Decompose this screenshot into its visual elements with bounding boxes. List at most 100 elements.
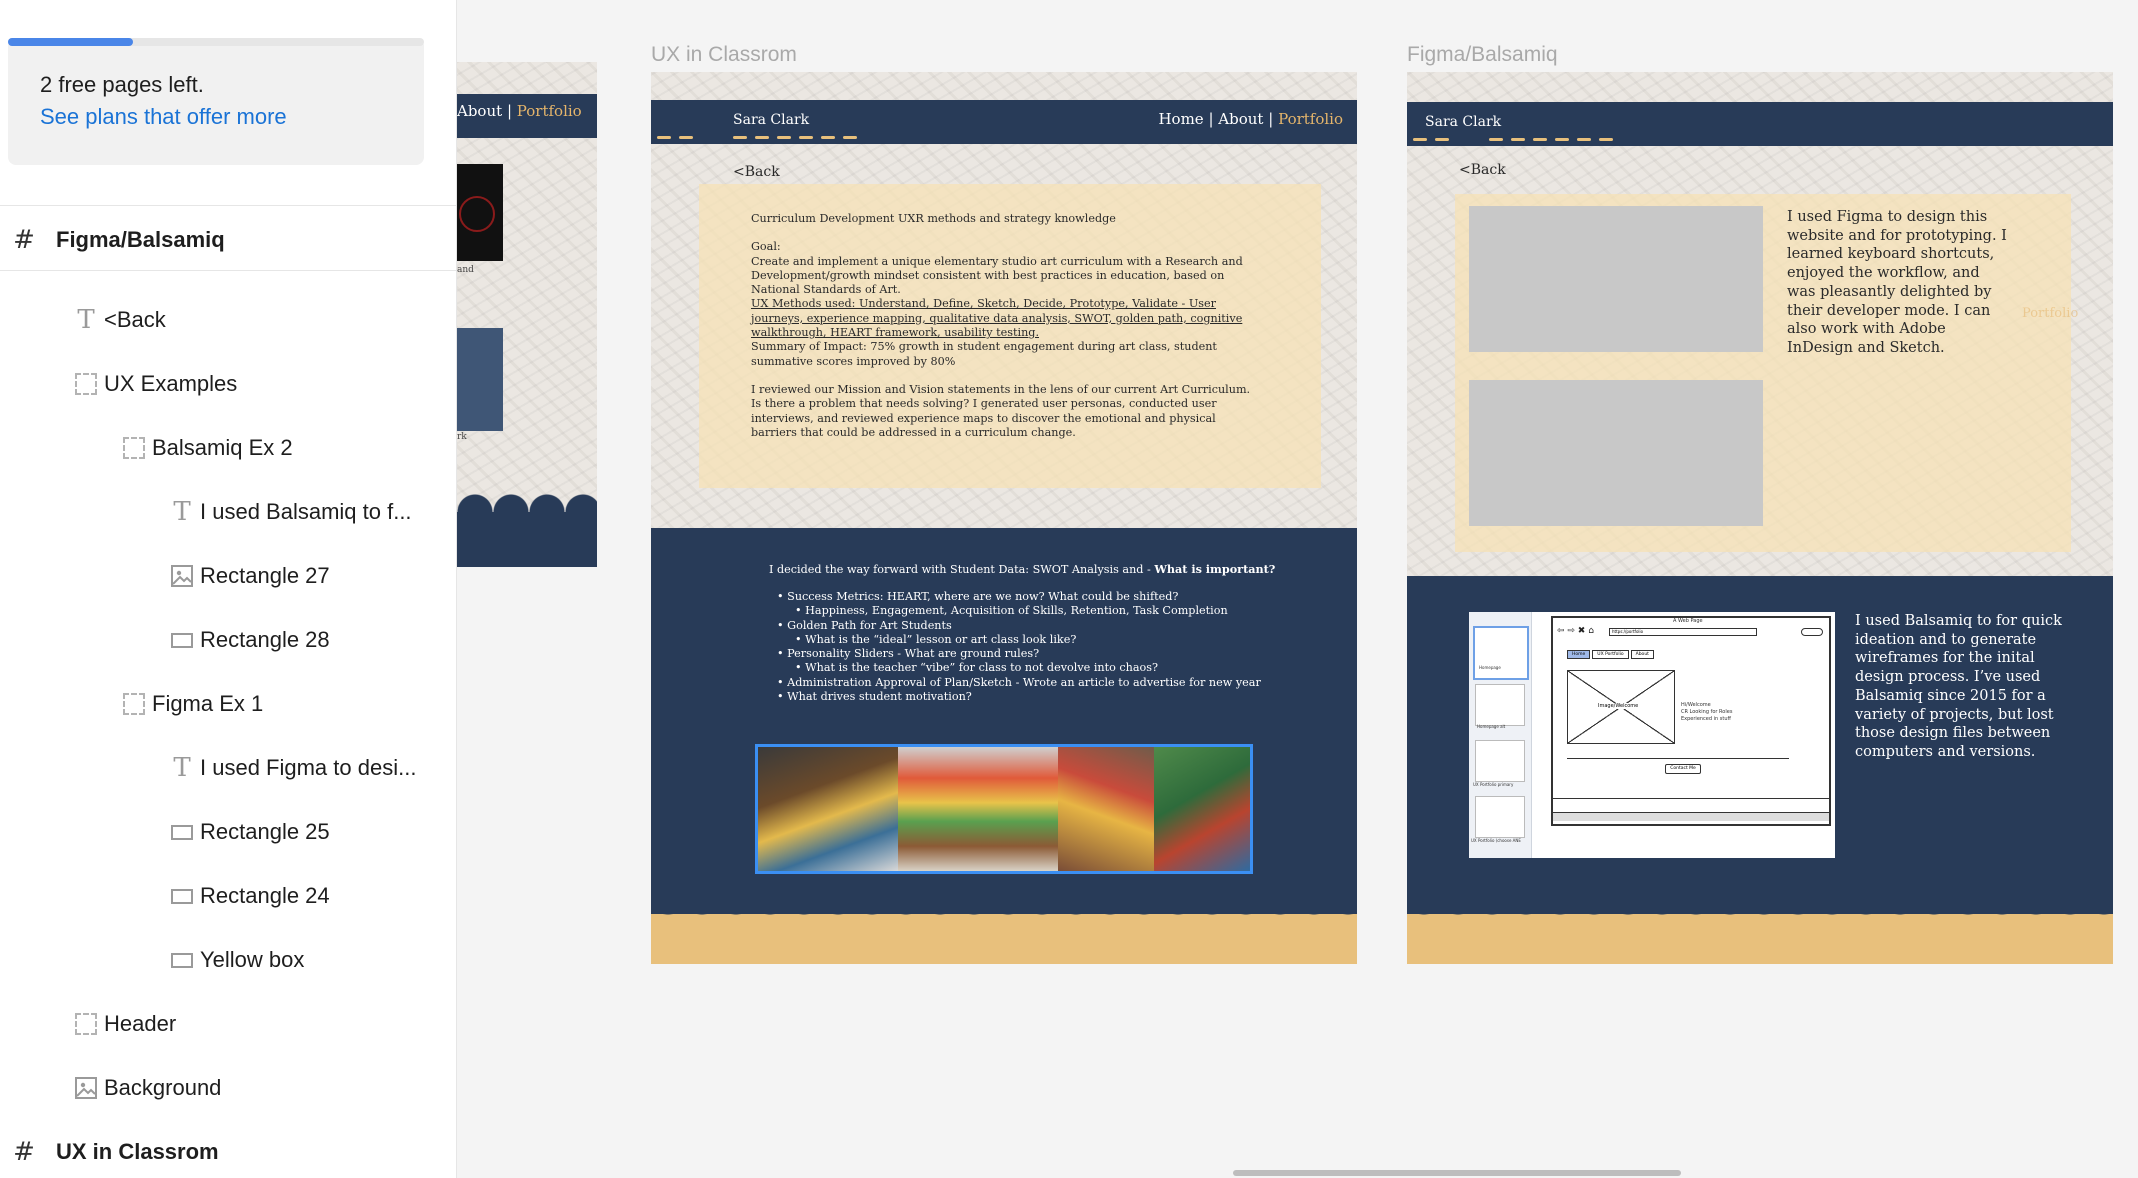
caption-rk: rk: [457, 432, 467, 442]
design-canvas[interactable]: About | Portfolio and rk UX in Classrom …: [457, 0, 2138, 1178]
art-photo-pilgrim: [758, 747, 898, 871]
ux-methods-text: UX Methods used: Understand, Define, Ske…: [751, 297, 1243, 340]
layer-row[interactable]: T I used Balsamiq to f...: [0, 482, 456, 542]
wireframe-welcome-line: Hi/Welcome: [1681, 702, 1711, 708]
wireframe-welcome-line: Experienced in stuff: [1681, 716, 1731, 722]
layer-label: Rectangle 27: [200, 563, 330, 588]
nav-about-link[interactable]: About: [457, 102, 502, 120]
header-dash-decor: [821, 136, 835, 139]
layer-row[interactable]: Background: [0, 1058, 456, 1118]
rectangle-icon: [168, 626, 196, 654]
horizontal-scrollbar[interactable]: [1233, 1170, 1681, 1176]
site-name: Sara Clark: [1425, 114, 1502, 130]
red-circle-graphic: [459, 196, 495, 232]
rectangle-24[interactable]: [1469, 206, 1763, 352]
frame-figma-balsamiq[interactable]: Sara Clark <Back I used Figma to design …: [1407, 72, 2113, 964]
figma-description: I used Figma to design this website and …: [1787, 209, 2007, 356]
header-dash-decor: [777, 136, 791, 139]
swot-bullet: • Golden Path for Art Students: [769, 619, 1261, 633]
balsamiq-wireframe-image[interactable]: Homepage Homepage alt UX Portfolio prima…: [1469, 612, 1835, 858]
header-dash-decor: [679, 136, 693, 139]
bullet-dot: •: [777, 647, 788, 661]
swot-intro-bold: What is important?: [1154, 562, 1276, 576]
bullet-dot: •: [795, 604, 806, 618]
back-link[interactable]: <Back: [1459, 162, 1506, 178]
layer-label: Rectangle 24: [200, 883, 330, 908]
layer-row[interactable]: Rectangle 28: [0, 610, 456, 670]
bullet-dot: •: [777, 690, 788, 704]
wireframe-tab: Home: [1567, 650, 1591, 659]
rectangle-icon: [168, 818, 196, 846]
frame-title-ux-in-classroom[interactable]: UX in Classrom: [651, 43, 797, 67]
site-header: Sara Clark Home | About | Portfolio: [651, 100, 1357, 144]
bullet-text: Success Metrics: HEART, where are we now…: [787, 590, 1179, 603]
layer-row[interactable]: T I used Figma to desi...: [0, 738, 456, 798]
partial-footer: [457, 494, 597, 567]
curriculum-text-block: Curriculum Development UXR methods and s…: [751, 212, 1251, 440]
frame-title-figma-balsamiq[interactable]: Figma/Balsamiq: [1407, 43, 1558, 67]
wireframe-contact-button: Contact Me: [1665, 764, 1701, 774]
layer-label: Background: [104, 1075, 222, 1100]
bullet-text: Golden Path for Art Students: [787, 618, 952, 632]
partial-frame[interactable]: About | Portfolio and rk: [457, 62, 597, 567]
wireframe-url-bar: https://portfolio: [1609, 628, 1757, 636]
wireframe-tab: UX Portfolio: [1592, 650, 1629, 659]
nav-portfolio-link[interactable]: Portfolio: [1278, 110, 1343, 128]
swot-intro: I decided the way forward with Student D…: [769, 562, 1275, 576]
wireframe-image-placeholder: Image/Welcome: [1567, 670, 1675, 744]
header-dash-decor: [1555, 138, 1569, 141]
text-icon: T: [77, 305, 95, 335]
bullet-text: What is the teacher “vibe” for class to …: [805, 661, 1159, 675]
site-nav-menu: Home | About | Portfolio: [1158, 110, 1343, 128]
nav-home-link[interactable]: Home: [1158, 110, 1203, 128]
wireframe-page-label: Homepage: [1479, 665, 1501, 670]
student-art-photo-strip[interactable]: [755, 744, 1253, 874]
swot-bullet: • Personality Sliders - What are ground …: [769, 647, 1261, 661]
footer-scallops: [1407, 897, 2113, 964]
swot-bullet: • Administration Approval of Plan/Sketch…: [769, 676, 1261, 690]
wireframe-tabs: Home UX Portfolio About: [1567, 650, 1654, 659]
rectangle-25[interactable]: [1469, 380, 1763, 526]
rectangle-icon: [168, 882, 196, 910]
partial-navbar: About | Portfolio: [457, 94, 597, 138]
nav-separator: |: [1208, 110, 1214, 128]
swot-bullet: • What is the teacher “vibe” for class t…: [769, 661, 1261, 675]
image-icon: [168, 562, 196, 590]
nav-about-link[interactable]: About: [1218, 110, 1263, 128]
layer-label: Balsamiq Ex 2: [152, 435, 293, 460]
bullet-dot: •: [795, 632, 806, 646]
layer-row[interactable]: Rectangle 24: [0, 866, 456, 926]
header-dash-decor: [1413, 138, 1427, 141]
bullet-dot: •: [795, 661, 806, 675]
layer-row[interactable]: UX Examples: [0, 354, 456, 414]
layer-label: I used Figma to desi...: [200, 755, 417, 780]
header-dash-decor: [657, 136, 671, 139]
layer-row[interactable]: T <Back: [0, 290, 456, 350]
layer-row[interactable]: # UX in Classrom: [0, 1122, 456, 1178]
divider: [0, 270, 456, 271]
swot-bullet: • What is the “ideal” lesson or art clas…: [769, 633, 1261, 647]
header-dash-decor: [1489, 138, 1503, 141]
wireframe-page-thumb: [1475, 796, 1525, 838]
free-pages-notice: 2 free pages left. See plans that offer …: [8, 38, 424, 165]
layer-row[interactable]: Yellow box: [0, 930, 456, 990]
frame-ux-in-classroom[interactable]: Sara Clark Home | About | Portfolio <Bac…: [651, 72, 1357, 964]
header-dash-decor: [1511, 138, 1525, 141]
group-icon: [120, 434, 148, 462]
layer-row[interactable]: Figma Ex 1: [0, 674, 456, 734]
layer-row[interactable]: Header: [0, 994, 456, 1054]
see-plans-link[interactable]: See plans that offer more: [40, 104, 287, 130]
group-icon: [72, 1010, 100, 1038]
header-dash-decor: [733, 136, 747, 139]
swot-bullet: • What drives student motivation?: [769, 690, 1261, 704]
bullet-text: Administration Approval of Plan/Sketch -…: [787, 675, 1261, 689]
layer-row[interactable]: # Figma/Balsamiq: [0, 210, 456, 270]
nav-portfolio-link[interactable]: Portfolio: [517, 102, 582, 120]
layer-row[interactable]: Rectangle 25: [0, 802, 456, 862]
group-icon: [120, 690, 148, 718]
layer-row[interactable]: Balsamiq Ex 2: [0, 418, 456, 478]
back-link[interactable]: <Back: [733, 164, 780, 180]
partial-nav-menu: About | Portfolio: [457, 102, 582, 120]
dark-thumbnail: [457, 164, 503, 261]
layer-row[interactable]: Rectangle 27: [0, 546, 456, 606]
